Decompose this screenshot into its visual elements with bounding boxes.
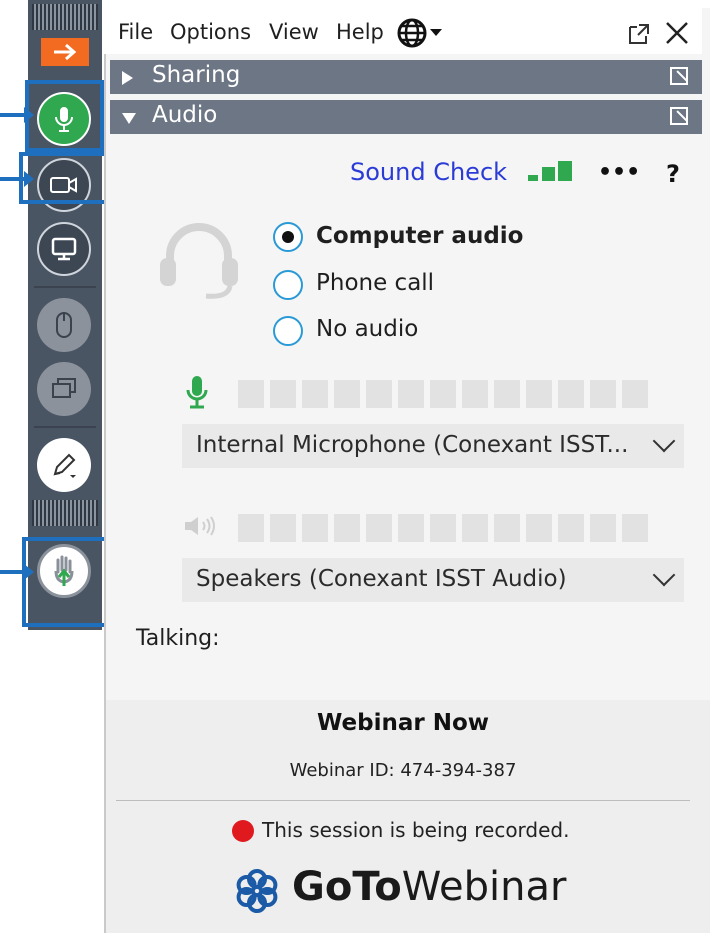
brand-goto: GoTo <box>292 864 402 910</box>
microphone-select[interactable]: Internal Microphone (Conexant ISST... <box>182 424 684 468</box>
screen-share-icon <box>51 237 77 261</box>
help-button[interactable]: ? <box>666 160 680 188</box>
menu-file[interactable]: File <box>116 16 155 48</box>
webinar-title: Webinar Now <box>316 710 490 736</box>
brand-webinar: Webinar <box>401 864 567 910</box>
chevron-down-icon <box>430 29 442 36</box>
screen-share-button[interactable] <box>37 222 91 276</box>
speaker-icon <box>185 516 215 536</box>
arrow-right-icon <box>54 43 77 61</box>
speaker-level-meter <box>238 514 648 542</box>
popout-icon[interactable] <box>627 22 651 46</box>
microphone-select-value: Internal Microphone (Conexant ISST... <box>196 432 629 458</box>
computer-audio-label[interactable]: Computer audio <box>316 223 523 249</box>
drawing-tools-button[interactable] <box>37 438 91 492</box>
signal-strength-icon <box>528 161 572 181</box>
sharing-section-header[interactable]: Sharing <box>110 60 702 94</box>
no-audio-label[interactable]: No audio <box>316 316 418 342</box>
mouse-icon <box>56 312 72 338</box>
collapse-triangle-icon <box>122 113 136 124</box>
recording-notice: This session is being recorded. <box>262 818 570 842</box>
globe-icon <box>397 18 427 48</box>
gotowebinar-logo-text: GoToWebinar <box>292 864 566 910</box>
show-windows-button[interactable] <box>37 362 91 416</box>
popout-icon[interactable] <box>670 107 688 125</box>
pointer-arrow-mic <box>0 107 34 123</box>
audio-section-header[interactable]: Audio <box>110 100 702 134</box>
pointer-arrow-camera <box>0 171 34 187</box>
toolbar-grip-top[interactable] <box>32 4 98 30</box>
windows-icon <box>52 378 76 398</box>
audio-label: Audio <box>152 102 218 128</box>
pencil-icon <box>53 453 76 478</box>
collapse-panel-button[interactable] <box>41 38 89 66</box>
menu-options[interactable]: Options <box>168 16 253 48</box>
headset-icon <box>160 223 238 299</box>
menu-view[interactable]: View <box>267 16 321 48</box>
highlight-raise-hand <box>22 537 114 627</box>
expand-triangle-icon <box>122 71 133 85</box>
highlight-mic <box>25 80 104 152</box>
menu-help[interactable]: Help <box>334 16 386 48</box>
microphone-icon <box>186 376 208 409</box>
computer-audio-radio[interactable] <box>273 222 303 252</box>
give-keyboard-mouse-button[interactable] <box>37 298 91 352</box>
phone-call-label[interactable]: Phone call <box>316 270 434 296</box>
divider <box>116 800 690 801</box>
webinar-id: Webinar ID: 474-394-387 <box>289 760 517 781</box>
gotowebinar-logo-icon <box>236 869 278 913</box>
phone-call-radio[interactable] <box>273 270 303 300</box>
speakers-select[interactable]: Speakers (Conexant ISST Audio) <box>182 558 684 602</box>
chevron-down-icon <box>652 429 676 453</box>
close-icon[interactable] <box>664 20 690 46</box>
more-options-button[interactable]: ••• <box>598 160 640 185</box>
microphone-level-meter <box>238 380 648 408</box>
talking-label: Talking: <box>136 626 220 651</box>
sharing-label: Sharing <box>152 62 241 88</box>
chevron-down-icon <box>652 563 676 587</box>
pointer-arrow-hand <box>0 564 34 580</box>
sound-check-link[interactable]: Sound Check <box>350 158 507 186</box>
speakers-select-value: Speakers (Conexant ISST Audio) <box>196 566 567 592</box>
popout-icon[interactable] <box>670 67 688 85</box>
menu-bar: File Options View Help <box>104 8 702 54</box>
recording-indicator-icon <box>232 820 254 842</box>
toolbar-grip-bottom[interactable] <box>32 500 98 526</box>
language-menu[interactable] <box>396 17 442 49</box>
no-audio-radio[interactable] <box>273 316 303 346</box>
